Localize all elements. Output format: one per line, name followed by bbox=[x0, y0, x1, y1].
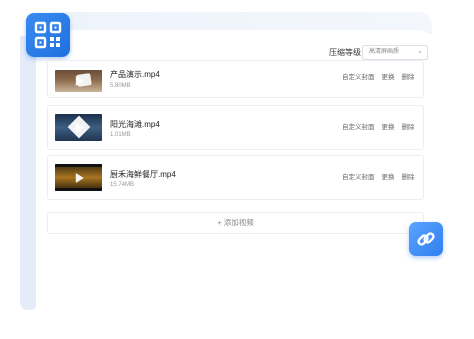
video-size: 5.80MB bbox=[110, 83, 131, 89]
video-thumbnail[interactable] bbox=[55, 70, 102, 92]
compress-level-label: 压缩等级 bbox=[329, 48, 361, 57]
video-actions: 自定义封面 更换 删除 bbox=[342, 123, 422, 133]
delete-button[interactable]: 删除 bbox=[402, 124, 415, 131]
video-actions: 自定义封面 更换 删除 bbox=[342, 173, 422, 183]
qr-code-icon bbox=[34, 21, 62, 49]
delete-button[interactable]: 删除 bbox=[402, 74, 415, 81]
custom-cover-button[interactable]: 自定义封面 bbox=[342, 74, 375, 81]
video-thumbnail[interactable] bbox=[55, 164, 102, 191]
video-row: 阳光海滩.mp4 1.01MB 自定义封面 更换 删除 bbox=[47, 105, 424, 150]
compress-level-select[interactable]: 高清屏画质 ⌄ bbox=[362, 45, 428, 60]
video-name: 产品演示.mp4 bbox=[110, 70, 160, 79]
delete-button[interactable]: 删除 bbox=[402, 174, 415, 181]
qr-code-button[interactable] bbox=[26, 13, 70, 57]
play-icon bbox=[75, 76, 84, 86]
video-actions: 自定义封面 更换 删除 bbox=[342, 73, 422, 83]
link-icon bbox=[417, 232, 435, 246]
custom-cover-button[interactable]: 自定义封面 bbox=[342, 174, 375, 181]
chevron-down-icon: ⌄ bbox=[417, 48, 423, 55]
video-row: 厨禾海鲜餐厅.mp4 15.74MB 自定义封面 更换 删除 bbox=[47, 155, 424, 200]
video-row: 产品演示.mp4 5.80MB 自定义封面 更换 删除 bbox=[47, 60, 424, 98]
video-size: 15.74MB bbox=[110, 182, 135, 188]
play-icon bbox=[75, 172, 84, 183]
replace-button[interactable]: 更换 bbox=[382, 174, 395, 181]
replace-button[interactable]: 更换 bbox=[382, 124, 395, 131]
video-thumbnail[interactable] bbox=[55, 114, 102, 141]
play-icon bbox=[75, 122, 84, 133]
video-size: 1.01MB bbox=[110, 132, 131, 138]
replace-button[interactable]: 更换 bbox=[382, 74, 395, 81]
video-name: 厨禾海鲜餐厅.mp4 bbox=[110, 170, 176, 179]
video-name: 阳光海滩.mp4 bbox=[110, 120, 160, 129]
custom-cover-button[interactable]: 自定义封面 bbox=[342, 124, 375, 131]
compress-level-value: 高清屏画质 bbox=[369, 49, 400, 55]
link-button[interactable] bbox=[409, 222, 443, 256]
add-video-button[interactable]: + 添加视频 bbox=[47, 212, 424, 234]
